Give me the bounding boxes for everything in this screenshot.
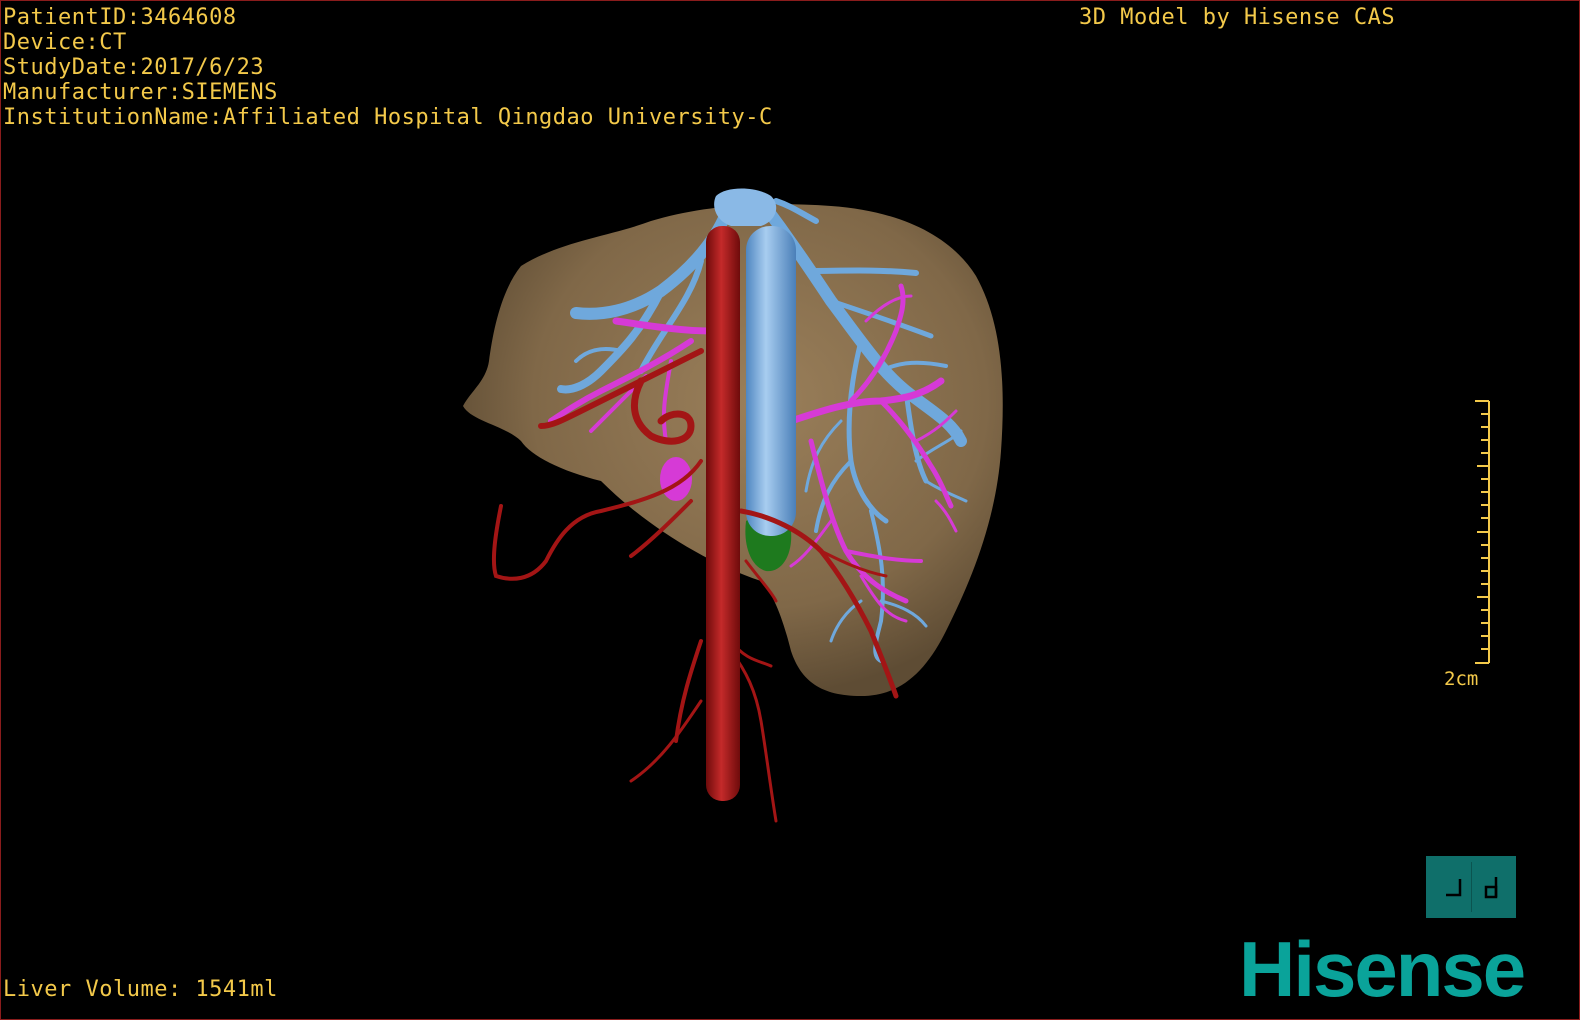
liver-volume: Liver Volume: 1541ml: [3, 977, 278, 1002]
institution-name: InstitutionName:Affiliated Hospital Qing…: [3, 105, 773, 130]
model-credit: 3D Model by Hisense CAS: [1079, 5, 1396, 30]
study-date: StudyDate:2017/6/23: [3, 55, 265, 80]
dicom-info-overlay: PatientID:3464608 Device:CT StudyDate:20…: [3, 5, 773, 130]
3d-viewport[interactable]: PatientID:3464608 Device:CT StudyDate:20…: [0, 0, 1580, 1020]
scale-label: 2cm: [1444, 668, 1479, 690]
device: Device:CT: [3, 30, 127, 55]
button-divider: [1471, 862, 1472, 912]
scale-bar: [1475, 400, 1490, 664]
patient-id: PatientID:3464608: [3, 5, 237, 30]
aorta[interactable]: [706, 226, 740, 801]
inferior-vena-cava[interactable]: [746, 226, 796, 536]
liver-3d-model[interactable]: [1, 1, 1579, 1019]
manufacturer: Manufacturer:SIEMENS: [3, 80, 278, 105]
hisense-logo: Hisense: [1239, 925, 1526, 1013]
view-orientation-button[interactable]: [1426, 856, 1516, 918]
